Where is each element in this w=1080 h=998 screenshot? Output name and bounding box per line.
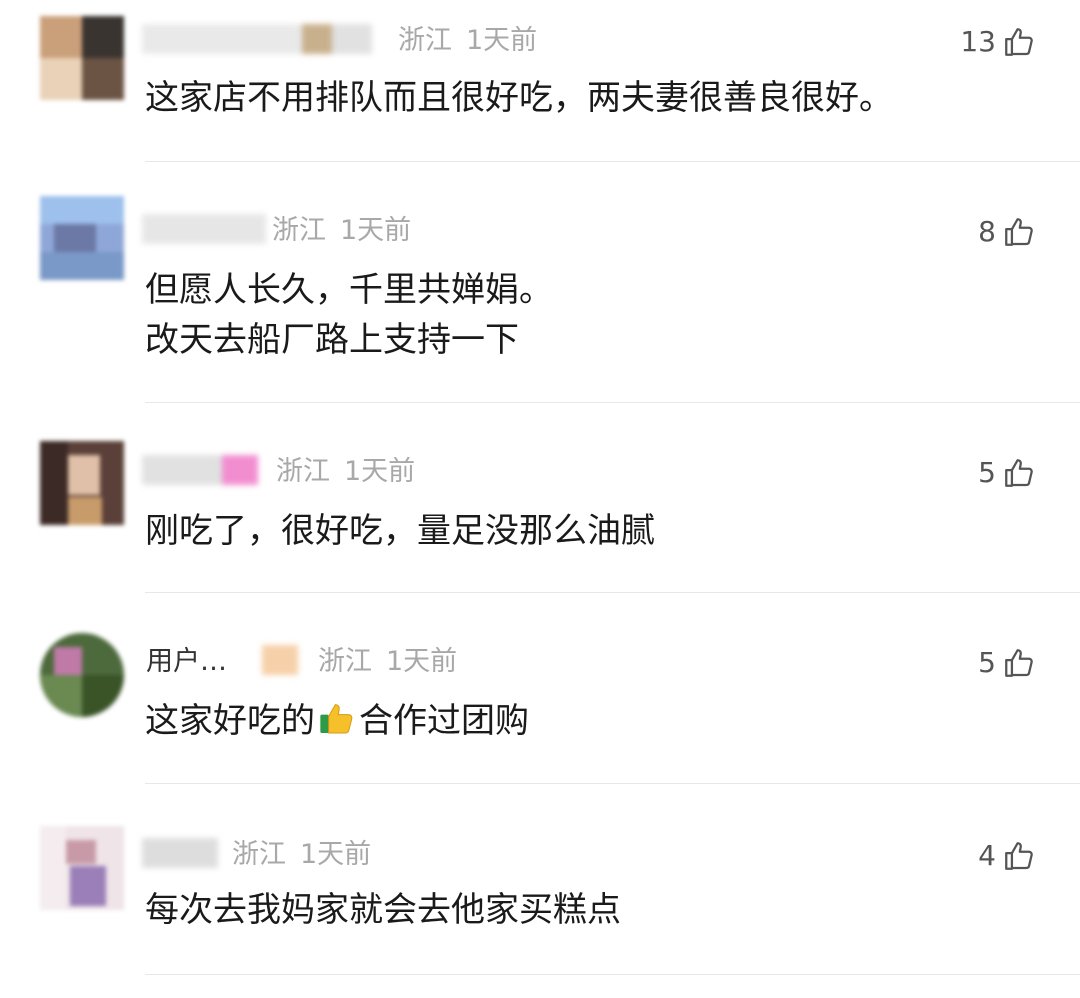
thumbs-up-icon bbox=[1002, 646, 1036, 680]
avatar[interactable] bbox=[40, 196, 124, 280]
comment-item: 浙江 1天前 13 这家店不用排队而且很好吃，两夫妻很善良很好。 bbox=[0, 0, 1080, 162]
like-count: 13 bbox=[960, 25, 996, 58]
avatar[interactable] bbox=[40, 441, 124, 525]
username[interactable]: 用户… bbox=[146, 645, 227, 679]
comment-meta: 浙江 1天前 bbox=[318, 645, 457, 679]
like-button[interactable]: 4 bbox=[978, 836, 1036, 876]
like-count: 4 bbox=[978, 839, 996, 872]
username-badge-blurred bbox=[262, 645, 302, 679]
avatar[interactable] bbox=[40, 633, 124, 717]
comment-text: 这家好吃的 合作过团购 bbox=[145, 695, 529, 753]
comment-meta: 浙江 1天前 bbox=[276, 455, 415, 489]
comment-item: 浙江 1天前 5 刚吃了，很好吃，量足没那么油腻 bbox=[0, 403, 1080, 593]
location: 浙江 bbox=[398, 25, 452, 56]
comment-text-line: 改天去船厂路上支持一下 bbox=[145, 320, 519, 360]
location: 浙江 bbox=[318, 646, 372, 677]
thumbs-up-emoji-icon bbox=[317, 698, 357, 753]
like-count: 5 bbox=[978, 456, 996, 489]
location: 浙江 bbox=[272, 215, 326, 246]
timestamp: 1天前 bbox=[300, 839, 372, 870]
thumbs-up-icon bbox=[1002, 839, 1036, 873]
like-button[interactable]: 5 bbox=[978, 453, 1036, 493]
like-count: 5 bbox=[978, 646, 996, 679]
username-blurred[interactable] bbox=[142, 214, 266, 248]
thumbs-up-icon bbox=[1002, 25, 1036, 59]
location: 浙江 bbox=[276, 456, 330, 487]
thumbs-up-icon bbox=[1002, 456, 1036, 490]
username-blurred[interactable] bbox=[142, 838, 222, 872]
comment-text-line: 但愿人长久，千里共婵娟。 bbox=[145, 270, 553, 310]
comment-meta: 浙江 1天前 bbox=[232, 838, 371, 872]
username-text: 用户… bbox=[146, 646, 227, 677]
comment-text-before: 这家好吃的 bbox=[145, 701, 315, 741]
comment-text: 这家店不用排队而且很好吃，两夫妻很善良很好。 bbox=[145, 78, 893, 118]
location: 浙江 bbox=[232, 839, 286, 870]
comment-item: 浙江 1天前 8 但愿人长久，千里共婵娟。 改天去船厂路上支持一下 bbox=[0, 162, 1080, 403]
comment-item: 浙江 1天前 4 每次去我妈家就会去他家买糕点 bbox=[0, 784, 1080, 998]
avatar[interactable] bbox=[40, 826, 124, 910]
comment-meta: 浙江 1天前 bbox=[398, 24, 537, 58]
timestamp: 1天前 bbox=[340, 215, 412, 246]
comment-text-after: 合作过团购 bbox=[359, 701, 529, 741]
username-blurred[interactable] bbox=[142, 24, 390, 58]
like-button[interactable]: 8 bbox=[978, 212, 1036, 252]
divider bbox=[145, 974, 1080, 975]
like-button[interactable]: 5 bbox=[978, 643, 1036, 683]
avatar[interactable] bbox=[40, 16, 124, 100]
timestamp: 1天前 bbox=[386, 646, 458, 677]
comment-item: 用户… 浙江 1天前 5 这家好吃的 合作过团购 bbox=[0, 593, 1080, 784]
comment-meta: 浙江 1天前 bbox=[272, 214, 411, 248]
timestamp: 1天前 bbox=[344, 456, 416, 487]
comment-text: 刚吃了，很好吃，量足没那么油腻 bbox=[145, 511, 655, 551]
thumbs-up-icon bbox=[1002, 215, 1036, 249]
timestamp: 1天前 bbox=[466, 25, 538, 56]
comment-text: 每次去我妈家就会去他家买糕点 bbox=[145, 890, 621, 930]
username-blurred[interactable] bbox=[142, 455, 262, 489]
like-button[interactable]: 13 bbox=[960, 22, 1036, 62]
like-count: 8 bbox=[978, 215, 996, 248]
